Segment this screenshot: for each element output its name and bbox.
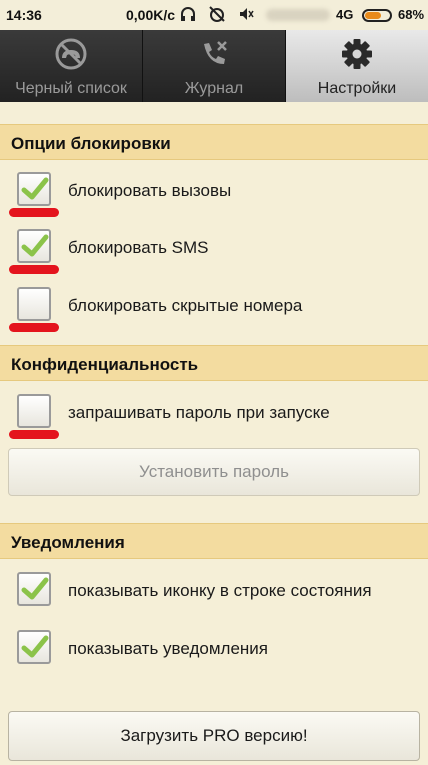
- blocked-phone-icon: [55, 38, 87, 70]
- set-password-button[interactable]: Установить пароль: [8, 448, 420, 496]
- status-speed: 0,00K/c: [126, 7, 176, 23]
- setting-label: показывать уведомления: [68, 639, 268, 658]
- call-log-icon: [204, 41, 227, 64]
- setting-label: блокировать SMS: [68, 238, 209, 257]
- checkbox-block-calls[interactable]: [17, 172, 51, 206]
- setting-show-notifications[interactable]: показывать уведомления: [0, 620, 428, 676]
- red-underline-annotation: [9, 323, 59, 332]
- status-bar: 14:36 0,00K/c 4G 68%: [0, 0, 428, 30]
- section-header-privacy: Конфиденциальность: [0, 345, 428, 381]
- setting-label: блокировать скрытые номера: [68, 296, 303, 315]
- red-underline-annotation: [9, 430, 59, 439]
- tab-settings[interactable]: Настройки: [286, 30, 428, 102]
- tab-blacklist[interactable]: Черный список: [0, 30, 143, 102]
- network-type: 4G: [336, 7, 354, 22]
- tab-label: Журнал: [184, 80, 244, 97]
- section-title: Опции блокировки: [11, 134, 171, 153]
- checkmark-icon: [21, 234, 49, 257]
- setting-ask-password[interactable]: запрашивать пароль при запуске: [0, 384, 428, 440]
- setting-label: показывать иконку в строке состояния: [68, 581, 372, 600]
- setting-label: блокировать вызовы: [68, 181, 232, 200]
- battery-percent: 68%: [398, 7, 425, 22]
- setting-block-hidden-numbers[interactable]: блокировать скрытые номера: [0, 277, 428, 333]
- section-title: Уведомления: [11, 533, 125, 552]
- mute-icon: [240, 8, 254, 20]
- checkbox-block-sms[interactable]: [17, 229, 51, 263]
- status-icons: [180, 5, 254, 23]
- get-pro-button[interactable]: Загрузить PRO версию!: [8, 711, 420, 761]
- tab-call-log[interactable]: Журнал: [143, 30, 286, 102]
- checkbox-show-notifications[interactable]: [17, 630, 51, 664]
- battery-icon: [362, 9, 392, 22]
- obscured-carrier: [266, 9, 330, 21]
- headphones-icon: [181, 7, 195, 21]
- section-header-blocking: Опции блокировки: [0, 124, 428, 160]
- checkbox-block-hidden-numbers[interactable]: [17, 287, 51, 321]
- alarm-off-icon: [209, 6, 225, 22]
- checkmark-icon: [21, 177, 49, 200]
- checkmark-icon: [21, 577, 49, 600]
- checkbox-ask-password[interactable]: [17, 394, 51, 428]
- checkmark-icon: [21, 635, 49, 658]
- settings-content: Опции блокировки блокировать вызовы блок…: [0, 102, 428, 765]
- status-time: 14:36: [6, 7, 42, 23]
- tab-label: Черный список: [15, 80, 127, 97]
- red-underline-annotation: [9, 265, 59, 274]
- section-header-notifications: Уведомления: [0, 523, 428, 559]
- tab-label: Настройки: [317, 80, 397, 97]
- gear-icon: [342, 39, 372, 69]
- section-title: Конфиденциальность: [11, 355, 199, 374]
- red-underline-annotation: [9, 208, 59, 217]
- setting-status-bar-icon[interactable]: показывать иконку в строке состояния: [0, 562, 428, 618]
- setting-block-calls[interactable]: блокировать вызовы: [0, 162, 428, 218]
- setting-block-sms[interactable]: блокировать SMS: [0, 219, 428, 275]
- checkbox-status-bar-icon[interactable]: [17, 572, 51, 606]
- tab-bar: Черный список Журнал Настройки: [0, 30, 428, 102]
- setting-label: запрашивать пароль при запуске: [68, 403, 330, 422]
